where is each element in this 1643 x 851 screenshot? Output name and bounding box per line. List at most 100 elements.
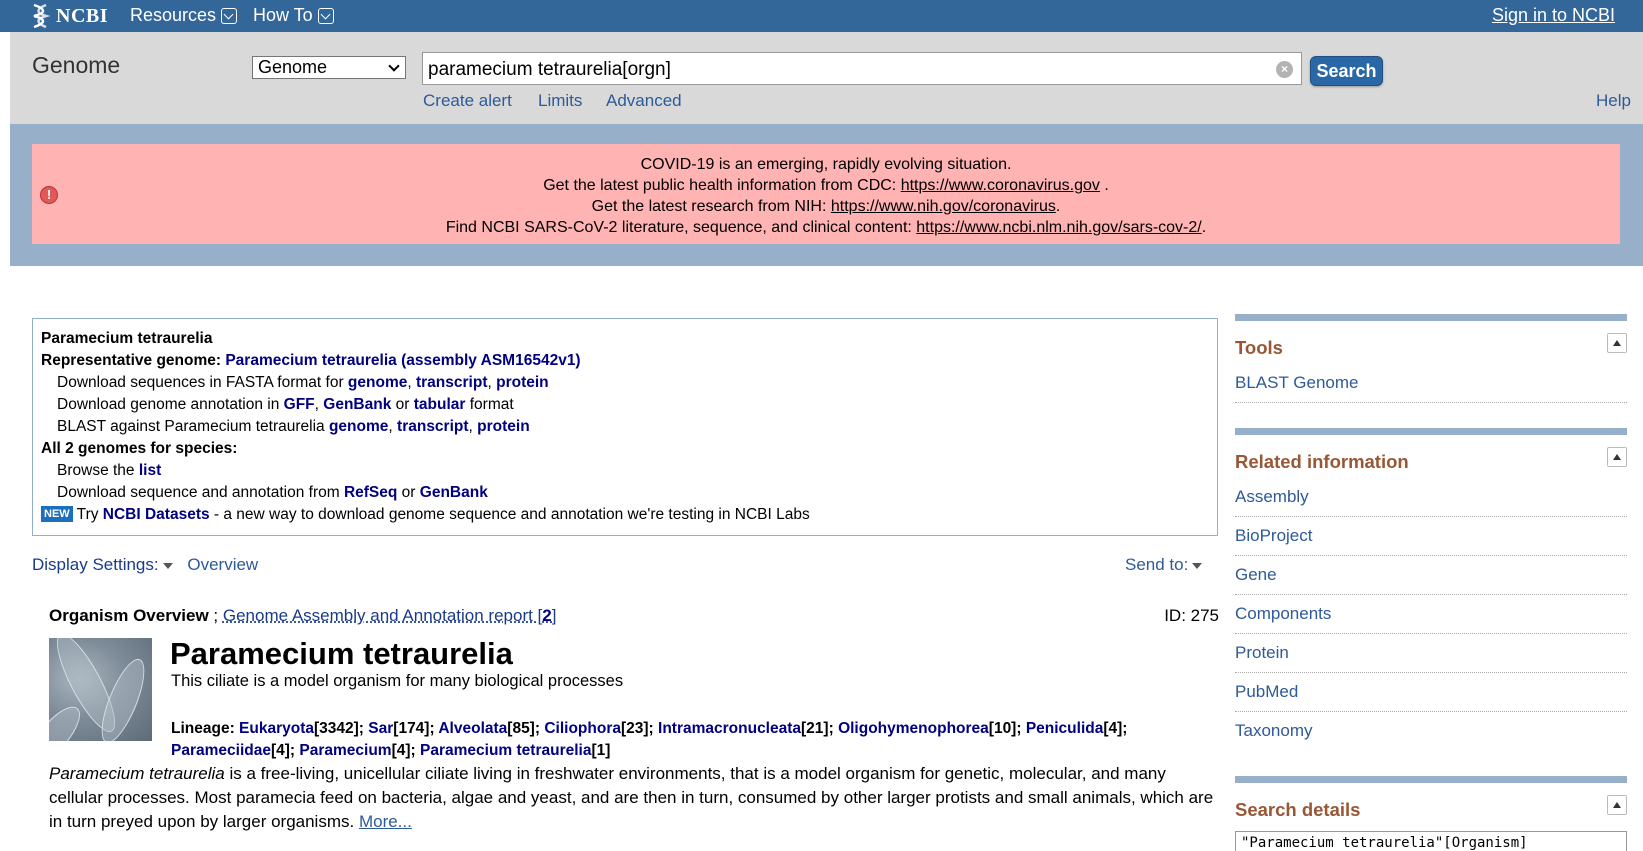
chevron-down-icon <box>221 7 238 24</box>
lineage-list: Eukaryota[3342]; Sar[174]; Alveolata[85]… <box>171 720 1127 759</box>
search-details-query[interactable]: "Paramecium tetraurelia"[Organism] <box>1235 831 1627 851</box>
lineage-count: [3342]; <box>314 720 369 737</box>
download-sequence-row: Download sequence and annotation from Re… <box>57 484 488 501</box>
lineage: Lineage: Eukaryota[3342]; Sar[174]; Alve… <box>171 718 1211 762</box>
alert-line: Find NCBI SARS-CoV-2 literature, sequenc… <box>445 219 1207 236</box>
collapse-icon[interactable] <box>1607 447 1627 467</box>
tabular-link[interactable]: tabular <box>414 396 466 413</box>
alert-text: Get the latest research from NIH: <box>591 198 831 215</box>
lineage-link[interactable]: Intramacronucleata <box>658 720 801 737</box>
related-information-title: Related information <box>1235 451 1409 472</box>
chevron-down-icon <box>388 60 400 72</box>
search-bar-section: Genome Genome paramecium tetraurelia[org… <box>10 32 1643 124</box>
alert-text: COVID-19 is an emerging, rapidly evolvin… <box>640 156 1012 173</box>
collapse-icon[interactable] <box>1607 795 1627 815</box>
lineage-link[interactable]: Paramecium <box>299 742 391 759</box>
refseq-link[interactable]: RefSeq <box>344 484 397 501</box>
tools-panel: Tools BLAST Genome <box>1235 314 1627 403</box>
send-to-dropdown[interactable]: Send to: <box>1125 555 1203 575</box>
lineage-link[interactable]: Peniculida <box>1026 720 1104 737</box>
blast-row: BLAST against Paramecium tetraurelia gen… <box>57 418 530 435</box>
lineage-link[interactable]: Ciliophora <box>544 720 621 737</box>
lineage-count: [21]; <box>801 720 839 737</box>
sidebar-item-bioproject[interactable]: BioProject <box>1235 517 1627 556</box>
datasets-row: NEW Try NCBI Datasets - a new way to down… <box>41 504 1209 526</box>
related-information-panel: Related information Assembly BioProject … <box>1235 428 1627 751</box>
assembly-report-link[interactable]: Genome Assembly and Annotation report [2… <box>223 606 557 625</box>
fasta-genome-link[interactable]: genome <box>348 374 407 391</box>
how-to-menu-label: How To <box>253 5 313 25</box>
genbank-link[interactable]: GenBank <box>420 484 488 501</box>
ncbi-logo[interactable]: NCBI <box>30 2 108 30</box>
organism-image[interactable] <box>49 638 152 741</box>
organism-id: ID: 275 <box>1164 606 1219 625</box>
lineage-link[interactable]: Paramecium tetraurelia <box>420 742 591 759</box>
organism-overview-label: Organism Overview <box>49 606 209 625</box>
clear-icon[interactable]: × <box>1276 61 1293 78</box>
genome-title: Paramecium tetraurelia <box>41 330 213 347</box>
sidebar-item-pubmed[interactable]: PubMed <box>1235 673 1627 712</box>
representative-genome-link[interactable]: Paramecium tetraurelia (assembly ASM1654… <box>225 352 580 369</box>
sidebar-item-blast-genome[interactable]: BLAST Genome <box>1235 364 1627 403</box>
gff-link[interactable]: GFF <box>284 396 315 413</box>
caret-down-icon <box>162 562 173 569</box>
collapse-icon[interactable] <box>1607 333 1627 353</box>
lineage-count: [4]; <box>270 742 300 759</box>
send-to-label: Send to: <box>1125 555 1189 574</box>
browse-text: Browse the <box>57 462 139 479</box>
lineage-link[interactable]: Oligohymenophorea <box>838 720 989 737</box>
alert-text: Get the latest public health information… <box>543 177 901 194</box>
sign-in-link[interactable]: Sign in to NCBI <box>1492 5 1615 26</box>
lineage-count: [23]; <box>620 720 659 737</box>
lineage-count: [10]; <box>988 720 1026 737</box>
ncbi-header-bar: NCBI Resources How To Sign in to NCBI <box>0 0 1643 32</box>
advanced-link[interactable]: Advanced <box>606 91 682 111</box>
how-to-menu[interactable]: How To <box>253 5 334 26</box>
sidebar-item-assembly[interactable]: Assembly <box>1235 478 1627 517</box>
organism-description: Paramecium tetraurelia is a free-living,… <box>49 762 1214 834</box>
browse-list-link[interactable]: list <box>139 462 161 479</box>
blast-genome-link[interactable]: genome <box>329 418 388 435</box>
lineage-link[interactable]: Sar <box>368 720 393 737</box>
database-select[interactable]: Genome <box>252 56 406 79</box>
lineage-link[interactable]: Parameciidae <box>171 742 271 759</box>
lineage-link[interactable]: Alveolata <box>438 720 507 737</box>
fasta-protein-link[interactable]: protein <box>496 374 549 391</box>
limits-link[interactable]: Limits <box>538 91 582 111</box>
blast-protein-link[interactable]: protein <box>477 418 530 435</box>
ncbi-logo-text: NCBI <box>56 4 109 27</box>
fasta-transcript-link[interactable]: transcript <box>416 374 488 391</box>
help-link[interactable]: Help <box>1596 91 1631 111</box>
nih-link[interactable]: https://www.nih.gov/coronavirus <box>831 198 1056 215</box>
lineage-link[interactable]: Eukaryota <box>239 720 314 737</box>
lineage-count: [1] <box>591 742 611 759</box>
assembly-report-text: Genome Assembly and Annotation report [ <box>222 606 543 625</box>
blast-text: BLAST against Paramecium tetraurelia <box>57 418 329 435</box>
display-settings-label: Display Settings: <box>32 555 159 574</box>
sidebar-item-taxonomy[interactable]: Taxonomy <box>1235 712 1627 751</box>
resources-menu[interactable]: Resources <box>130 5 238 26</box>
alert-text: Find NCBI SARS-CoV-2 literature, sequenc… <box>445 219 917 236</box>
cdc-link[interactable]: https://www.coronavirus.gov <box>901 177 1100 194</box>
ncbi-datasets-link[interactable]: NCBI Datasets <box>103 506 210 523</box>
display-format-value: Overview <box>187 555 259 574</box>
all-genomes-label: All 2 genomes for species: <box>41 440 238 457</box>
assembly-report-count: 2 <box>542 606 552 625</box>
lineage-label: Lineage: <box>171 720 240 737</box>
search-input[interactable]: paramecium tetraurelia[orgn] × <box>422 52 1302 85</box>
search-button[interactable]: Search <box>1310 56 1383 86</box>
genome-summary-box: Paramecium tetraurelia Representative ge… <box>32 318 1218 536</box>
sidebar-item-gene[interactable]: Gene <box>1235 556 1627 595</box>
datasets-description: - a new way to download genome sequence … <box>209 506 810 523</box>
more-link[interactable]: More... <box>359 812 412 831</box>
download-annotation-text: Download genome annotation in <box>57 396 284 413</box>
genbank-annotation-link[interactable]: GenBank <box>323 396 391 413</box>
sidebar-item-protein[interactable]: Protein <box>1235 634 1627 673</box>
blast-transcript-link[interactable]: transcript <box>397 418 469 435</box>
sars-cov-2-link[interactable]: https://www.ncbi.nlm.nih.gov/sars-cov-2/ <box>916 219 1201 236</box>
display-settings-dropdown[interactable]: Display Settings: <box>32 555 173 574</box>
resources-menu-label: Resources <box>130 5 217 25</box>
alert-section: ! COVID-19 is an emerging, rapidly evolv… <box>10 124 1643 266</box>
sidebar-item-components[interactable]: Components <box>1235 595 1627 634</box>
create-alert-link[interactable]: Create alert <box>423 91 512 111</box>
